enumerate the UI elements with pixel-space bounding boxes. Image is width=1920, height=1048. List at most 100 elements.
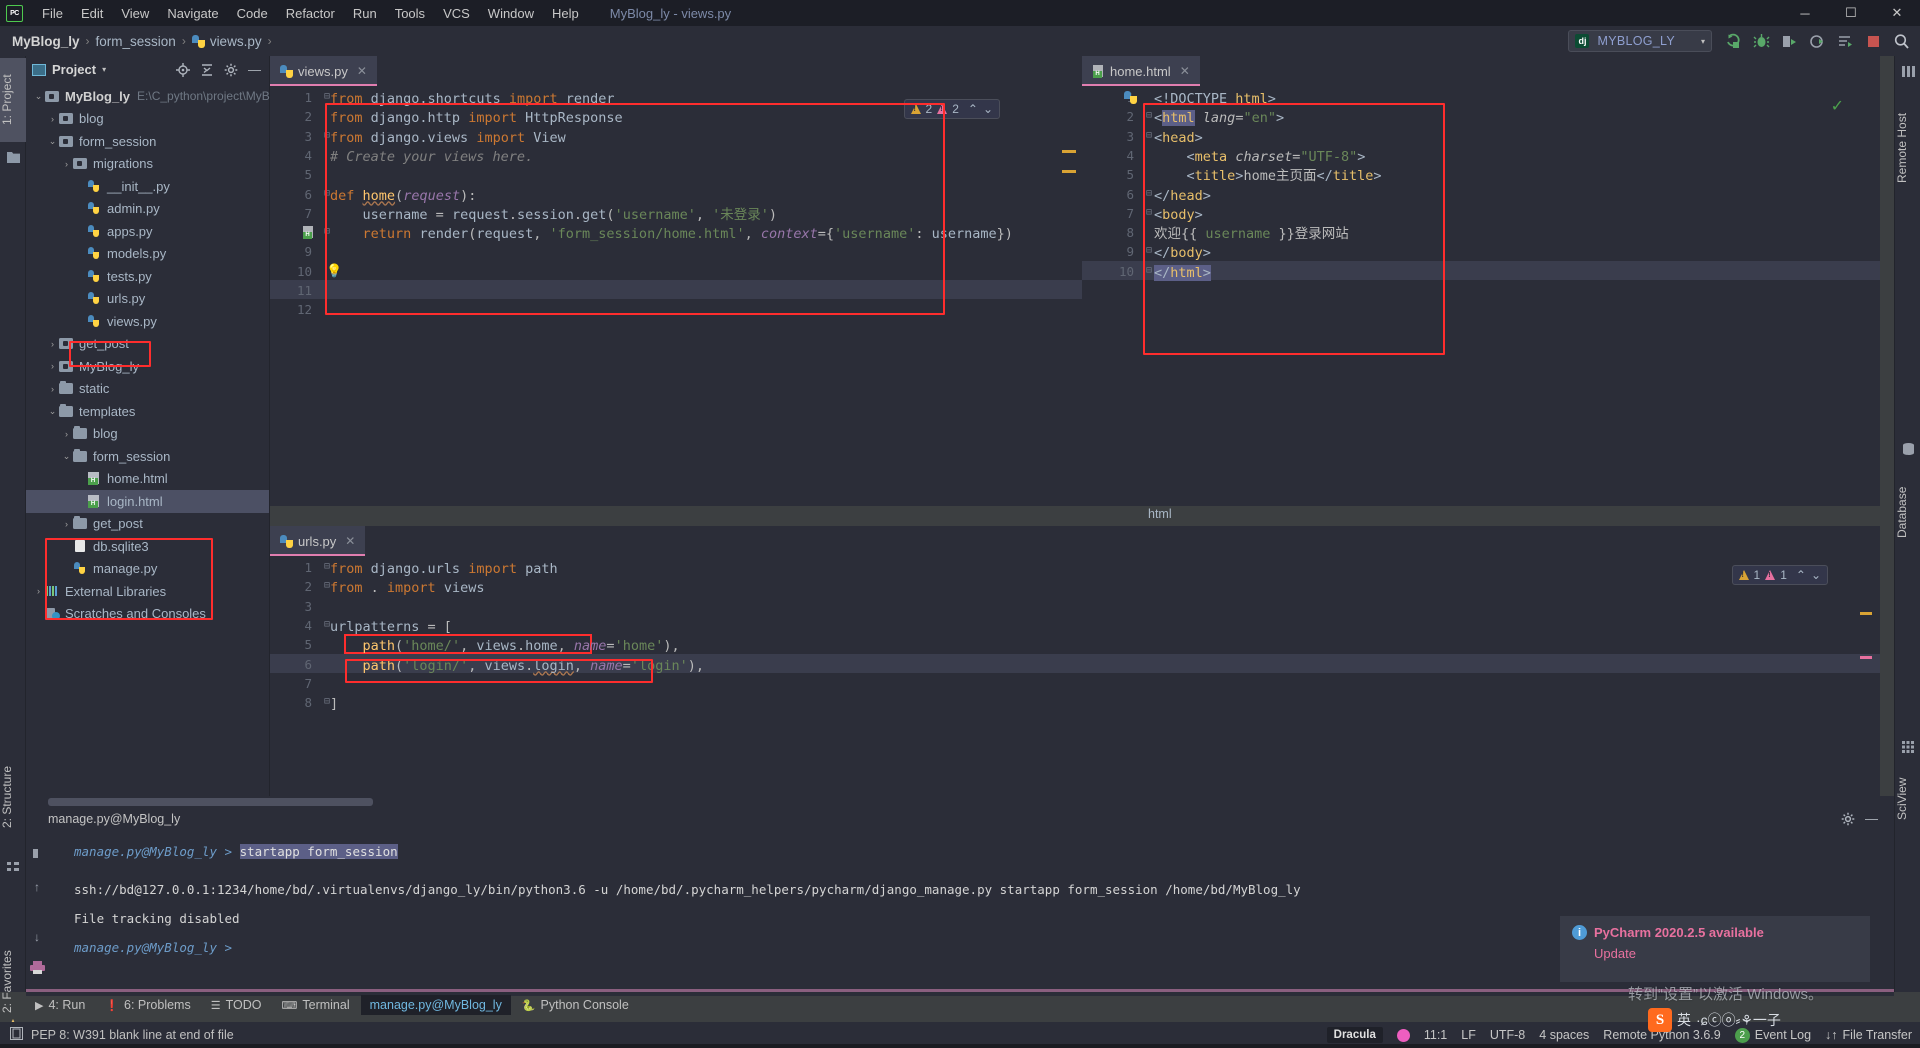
inspection-summary-urls[interactable]: 1 1 ⌃ ⌄ [1731, 565, 1828, 585]
tree-item-admin-py[interactable]: › admin.py [26, 198, 269, 221]
ime-mode-label[interactable]: 英 [1677, 1010, 1691, 1030]
code-line[interactable]: <body> [1154, 206, 1203, 225]
breadcrumb-file[interactable]: views.py [210, 34, 262, 49]
caret-position[interactable]: 11:1 [1424, 1028, 1447, 1042]
code-line[interactable]: <head> [1154, 129, 1203, 148]
menu-help[interactable]: Help [543, 3, 588, 24]
code-line[interactable]: from django.http import HttpResponse [330, 109, 623, 128]
maximize-button[interactable]: ☐ [1828, 0, 1874, 26]
remote-host-icon[interactable] [1895, 60, 1920, 82]
bottom-tab-4-run[interactable]: ▶ 4: Run [26, 995, 94, 1015]
menu-tools[interactable]: Tools [386, 3, 434, 24]
tree-item-views-py[interactable]: › views.py [26, 310, 269, 333]
code-fold-icon[interactable]: ⊟ [1146, 188, 1152, 199]
html-file-icon[interactable] [302, 226, 315, 240]
tree-item-blog[interactable]: › blog [26, 108, 269, 131]
search-everywhere-icon[interactable] [1888, 29, 1914, 53]
ime-toolbar-glyphs[interactable]: ·ɕⓒⓞ⸗⚘一子 [1696, 1010, 1781, 1030]
console-resize-handle[interactable] [26, 989, 1894, 992]
profile-icon[interactable] [1804, 29, 1830, 53]
code-fold-icon[interactable]: ⊟ [1146, 110, 1152, 121]
code-line[interactable]: from django.views import View [330, 129, 566, 148]
print-icon[interactable] [26, 956, 48, 978]
sidebar-tab-project[interactable]: 1: Project [0, 58, 26, 142]
tree-item-models-py[interactable]: › models.py [26, 243, 269, 266]
sidebar-tab-sciview[interactable]: SciView [1895, 758, 1920, 840]
tree-item-blog[interactable]: › blog [26, 423, 269, 446]
database-icon[interactable] [1895, 438, 1920, 460]
code-fold-icon[interactable]: ⊟ [1146, 130, 1152, 141]
theme-indicator[interactable]: Dracula [1326, 1027, 1383, 1043]
tree-item-login-html[interactable]: › login.html [26, 490, 269, 513]
code-fold-icon[interactable]: ⊟ [1146, 245, 1152, 256]
menu-navigate[interactable]: Navigate [158, 3, 227, 24]
code-line[interactable]: ] [330, 695, 338, 714]
code-line[interactable]: <html lang="en"> [1154, 109, 1284, 128]
up-arrow-icon[interactable]: ↑ [26, 876, 48, 898]
previous-highlight-icon[interactable]: ⌃ [1796, 568, 1806, 582]
tree-item-urls-py[interactable]: › urls.py [26, 288, 269, 311]
chevron-right-icon[interactable]: › [46, 384, 59, 394]
code-line[interactable]: path('login/', views.login, name='login'… [330, 657, 704, 676]
sidebar-tab-database[interactable]: Database [1895, 462, 1920, 562]
close-icon[interactable]: ✕ [345, 534, 355, 548]
bottom-tab-6-problems[interactable]: ❗ 6: Problems [96, 995, 199, 1015]
project-files-icon[interactable] [0, 146, 26, 168]
menu-view[interactable]: View [112, 3, 158, 24]
tree-item-external-libraries[interactable]: › External Libraries [26, 580, 269, 603]
editor-urls-py[interactable]: 1 ⊟ from django.urls import path 2 ⊟ from . i… [270, 556, 1880, 796]
structure-nodes-icon[interactable] [0, 856, 26, 878]
breadcrumb-project[interactable]: MyBlog_ly [12, 34, 80, 49]
chevron-down-icon[interactable]: ⌄ [32, 91, 45, 102]
menu-run[interactable]: Run [344, 3, 386, 24]
chevron-right-icon[interactable]: › [60, 429, 73, 439]
debug-icon[interactable] [1748, 29, 1774, 53]
menu-vcs[interactable]: VCS [434, 3, 479, 24]
run-configuration-selector[interactable]: dj MYBLOG_LY ▾ [1568, 30, 1712, 52]
code-line[interactable]: from django.shortcuts import render [330, 90, 615, 109]
chevron-right-icon[interactable]: › [32, 586, 45, 596]
horizontal-scrollbar[interactable] [48, 798, 373, 806]
tree-item-static[interactable]: › static [26, 378, 269, 401]
tree-item-get-post[interactable]: › get_post [26, 513, 269, 536]
menu-refactor[interactable]: Refactor [277, 3, 344, 24]
chevron-down-icon[interactable]: ▾ [102, 65, 106, 74]
chevron-right-icon[interactable]: › [46, 114, 59, 124]
gear-icon[interactable] [220, 59, 241, 80]
notification-balloon[interactable]: i PyCharm 2020.2.5 available Update [1560, 916, 1870, 982]
code-fold-icon[interactable]: ⊟ [1146, 207, 1152, 218]
code-line[interactable]: <!DOCTYPE html> [1154, 90, 1276, 109]
tab-views-py[interactable]: views.py ✕ [270, 56, 377, 86]
chevron-right-icon[interactable]: › [46, 361, 59, 371]
tree-item-templates[interactable]: ⌄ templates [26, 400, 269, 423]
sogou-ime-icon[interactable]: S [1648, 1008, 1672, 1032]
next-highlight-icon[interactable]: ⌄ [983, 102, 993, 116]
menu-edit[interactable]: Edit [72, 3, 112, 24]
rerun-icon[interactable] [1720, 29, 1746, 53]
code-line[interactable]: from . import views [330, 579, 484, 598]
code-fold-icon[interactable]: ⊟ [1146, 265, 1152, 276]
intention-bulb-icon[interactable]: 💡 [326, 263, 342, 279]
tree-item-home-html[interactable]: › home.html [26, 468, 269, 491]
down-arrow-icon[interactable]: ↓ [26, 926, 48, 948]
locate-icon[interactable] [172, 59, 193, 80]
chevron-down-icon[interactable]: ⌄ [60, 451, 73, 462]
coverage-icon[interactable] [1776, 29, 1802, 53]
editor-views-py[interactable]: 1 ⊟ from django.shortcuts import render 2 fr… [270, 86, 1082, 506]
chevron-right-icon[interactable]: › [60, 159, 73, 169]
tree-item-myblog-ly[interactable]: ⌄ MyBlog_ly E:\C_python\project\MyB [26, 85, 270, 108]
collapse-all-icon[interactable] [196, 59, 217, 80]
file-transfer-button[interactable]: ↓↑ File Transfer [1825, 1028, 1912, 1042]
tree-item-myblog-ly[interactable]: › MyBlog_ly [26, 355, 269, 378]
tree-item-form-session[interactable]: ⌄ form_session [26, 130, 269, 153]
tree-item-form-session[interactable]: ⌄ form_session [26, 445, 269, 468]
tree-item-get-post[interactable]: › get_post [26, 333, 269, 356]
stop-icon[interactable] [1860, 29, 1886, 53]
chevron-right-icon[interactable]: › [60, 519, 73, 529]
previous-highlight-icon[interactable]: ⌃ [968, 102, 978, 116]
file-encoding[interactable]: UTF-8 [1490, 1028, 1525, 1042]
indent-setting[interactable]: 4 spaces [1539, 1028, 1589, 1042]
tab-home-html[interactable]: home.html ✕ [1082, 56, 1200, 86]
soft-wrap-icon[interactable] [26, 842, 48, 864]
chevron-down-icon[interactable]: ⌄ [46, 136, 59, 147]
